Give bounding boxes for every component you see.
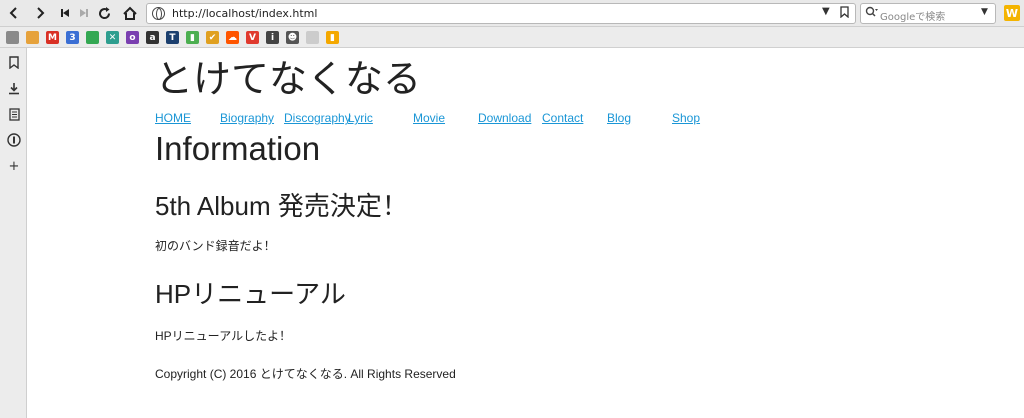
address-bar[interactable]: http://localhost/index.html ▼ <box>146 3 856 24</box>
notes-icon[interactable] <box>6 106 22 122</box>
nav-blog-link[interactable]: Blog <box>607 111 631 125</box>
skip-back-icon[interactable] <box>55 3 75 23</box>
search-icon <box>865 6 879 21</box>
t-icon[interactable]: T <box>166 31 179 44</box>
back-icon[interactable] <box>4 3 24 23</box>
vivaldi-icon[interactable]: V <box>246 31 259 44</box>
sidebar: + <box>0 48 27 418</box>
nav-discography-link[interactable]: Discography <box>284 111 351 125</box>
post-title: 5th Album 発売決定！ <box>155 191 408 221</box>
site-nav: HOME Biography Discography Lyric Movie D… <box>155 111 715 127</box>
section-title: Information <box>155 130 321 167</box>
analytics-icon[interactable]: ▮ <box>326 31 339 44</box>
dropdown-icon[interactable]: ▼ <box>822 6 830 17</box>
globe-icon <box>152 7 165 20</box>
bookmarks-bar: M 3 ✕ o a T ▮ ✔ ☁ Vi ☻ ▮ <box>0 27 1024 48</box>
tool-icon[interactable]: ✕ <box>106 31 119 44</box>
bookmark-page-icon[interactable] <box>840 6 849 21</box>
skip-forward-icon[interactable] <box>74 3 94 23</box>
mask-icon[interactable]: ☻ <box>286 31 299 44</box>
search-bar[interactable]: Googleで検索 ▼ <box>860 3 996 24</box>
search-placeholder[interactable]: Googleで検索 <box>880 8 945 23</box>
post-body: 初のバンド録音だよ！ <box>155 239 276 253</box>
nav-lyric-link[interactable]: Lyric <box>348 111 373 125</box>
add-icon[interactable]: + <box>6 158 22 174</box>
nav-movie-link[interactable]: Movie <box>413 111 445 125</box>
soundcloud-icon[interactable]: ☁ <box>226 31 239 44</box>
nav-home-link[interactable]: HOME <box>155 111 191 125</box>
info-icon[interactable]: i <box>266 31 279 44</box>
extension-w-icon[interactable]: W <box>1004 5 1020 21</box>
url-text[interactable]: http://localhost/index.html <box>172 7 317 20</box>
purple-app-icon[interactable]: o <box>126 31 139 44</box>
download-icon[interactable] <box>6 80 22 96</box>
post-body: HPリニューアルしたよ！ <box>155 329 292 343</box>
nav-shop-link[interactable]: Shop <box>672 111 700 125</box>
smiley-icon[interactable] <box>26 31 39 44</box>
check-icon[interactable]: ✔ <box>206 31 219 44</box>
home-icon[interactable] <box>120 3 140 23</box>
calendar-icon[interactable]: 3 <box>66 31 79 44</box>
search-dropdown-icon[interactable]: ▼ <box>981 7 988 17</box>
bookmark-icon[interactable] <box>6 54 22 70</box>
nav-contact-link[interactable]: Contact <box>542 111 583 125</box>
bars-icon[interactable]: ▮ <box>186 31 199 44</box>
amazon-icon[interactable]: a <box>146 31 159 44</box>
maps-icon[interactable] <box>86 31 99 44</box>
nav-biography-link[interactable]: Biography <box>220 111 274 125</box>
folder-icon[interactable] <box>6 31 19 44</box>
copyright-text: Copyright (C) 2016 とけてなくなる. All Rights R… <box>155 367 456 381</box>
forward-icon[interactable] <box>30 3 50 23</box>
info-icon[interactable] <box>6 132 22 148</box>
site-title: とけてなくなる <box>155 59 422 101</box>
nav-download-link[interactable]: Download <box>478 111 531 125</box>
browser-toolbar: http://localhost/index.html ▼ Googleで検索 … <box>0 0 1024 27</box>
reload-icon[interactable] <box>94 3 114 23</box>
post-title: HPリニューアル <box>155 279 346 309</box>
page-icon[interactable] <box>306 31 319 44</box>
gmail-icon[interactable]: M <box>46 31 59 44</box>
